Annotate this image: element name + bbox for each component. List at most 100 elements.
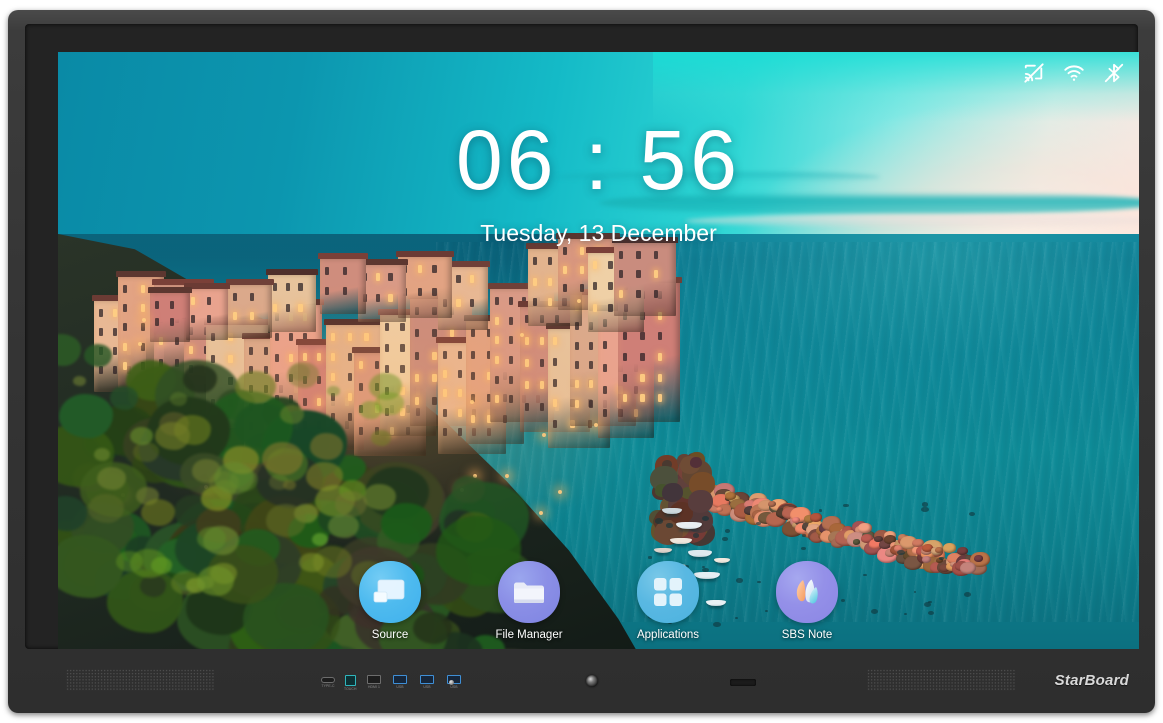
folder-icon[interactable] (498, 561, 560, 623)
wallpaper-tree (110, 386, 139, 410)
wallpaper-window (653, 289, 658, 298)
wallpaper-window (303, 398, 308, 406)
wallpaper-window (113, 328, 118, 336)
wallpaper-window (99, 309, 104, 317)
wallpaper-window (547, 277, 552, 286)
wallpaper-window (608, 303, 613, 312)
wallpaper-tree (83, 343, 112, 367)
dock-item-label: Applications (636, 629, 699, 641)
wallpaper-leaf-highlight (327, 385, 340, 396)
wallpaper-window (123, 285, 128, 293)
dock-item-source[interactable]: Source (338, 561, 442, 641)
wallpaper-window (579, 265, 584, 274)
port-usb-2[interactable]: USB (420, 675, 434, 689)
display-screen[interactable]: 06 : 56 Tuesday, 13 December Source File… (58, 52, 1139, 649)
wallpaper-window (388, 273, 393, 281)
wallpaper-window (99, 328, 104, 336)
wallpaper-window (623, 332, 628, 341)
wallpaper-window (533, 277, 538, 286)
wallpaper-window (575, 399, 580, 408)
wallpaper-window (364, 333, 369, 341)
grid-apps-icon[interactable] (637, 561, 699, 623)
wallpaper-window (432, 374, 437, 383)
wallpaper-roof (396, 251, 454, 257)
wallpaper-window (207, 315, 212, 323)
wallpaper-window (469, 275, 474, 283)
wallpaper-rock (792, 516, 801, 523)
wallpaper-window (141, 285, 146, 293)
wallpaper-water-speck (802, 534, 806, 537)
wallpaper-window (331, 373, 336, 381)
wallpaper-window (471, 372, 476, 381)
wallpaper-street-lamp (538, 510, 543, 515)
wallpaper-window (636, 251, 641, 259)
port-connector (367, 675, 381, 684)
wallpaper-window (540, 359, 545, 367)
wallpaper-window (589, 361, 594, 369)
wallpaper-window (533, 257, 538, 265)
wallpaper-window (547, 257, 552, 265)
status-bar (1023, 62, 1125, 84)
wallpaper-window (432, 265, 437, 273)
wallpaper-window (385, 365, 390, 374)
clock-widget: 06 : 56 Tuesday, 13 December (58, 118, 1139, 247)
power-led (449, 680, 454, 685)
wallpaper-window (417, 265, 422, 273)
display-screen-icon[interactable] (359, 561, 421, 623)
wallpaper-leaf-highlight (283, 480, 296, 491)
wallpaper-window (603, 341, 608, 350)
wallpaper-window (579, 284, 584, 293)
wallpaper-window (343, 267, 348, 275)
wallpaper-window (495, 356, 500, 364)
dock-item-sbs-note[interactable]: SBS Note (755, 561, 859, 641)
speaker-grille-left (66, 669, 214, 691)
port-type-c[interactable]: TYPE-C (321, 675, 335, 688)
wallpaper-window (443, 389, 448, 398)
wallpaper-window (325, 267, 330, 275)
wallpaper-window (553, 337, 558, 345)
wallpaper-window (99, 366, 104, 374)
port-label: USB (450, 685, 458, 689)
wallpaper-window (593, 261, 598, 269)
wallpaper-window (603, 363, 608, 372)
port-label: USB (396, 685, 404, 689)
wallpaper-window (593, 282, 598, 291)
wallpaper-rock (857, 523, 872, 533)
butterfly-wing-icon[interactable] (776, 561, 838, 623)
cast-off-icon[interactable] (1023, 62, 1045, 84)
wallpaper-water-speck (693, 533, 700, 538)
clock-time: 06 : 56 (456, 113, 741, 207)
wallpaper-water-speck (818, 509, 823, 512)
wallpaper-tree (59, 394, 113, 439)
dock-item-applications[interactable]: Applications (616, 561, 720, 641)
wallpaper-window (525, 359, 530, 367)
wallpaper-window (289, 353, 294, 362)
wallpaper-window (471, 350, 476, 359)
port-touch-usb-b[interactable]: TOUCH (344, 675, 357, 691)
wallpaper-window (123, 323, 128, 332)
port-hdmi-1[interactable]: HDMI 1 (367, 675, 381, 689)
wallpaper-water-speck (702, 515, 710, 521)
wallpaper-window (456, 299, 461, 307)
wallpaper-window (575, 341, 580, 350)
wallpaper-building (150, 292, 190, 342)
wallpaper-window (189, 346, 194, 354)
wallpaper-window (508, 297, 513, 305)
wallpaper-window (623, 353, 628, 361)
wallpaper-leaf-highlight (213, 461, 255, 495)
speaker-grille-right (867, 669, 1015, 691)
wallpaper-window (540, 337, 545, 345)
wallpaper-window (417, 288, 422, 296)
bottom-bezel: TYPE-C TOUCH HDMI 1 USB USB USB StarBoar… (8, 651, 1155, 713)
wallpaper-window (457, 351, 462, 359)
light-sensor (586, 675, 598, 687)
bluetooth-off-icon[interactable] (1103, 62, 1125, 84)
wallpaper-window (113, 309, 118, 317)
port-usb-1[interactable]: USB (393, 675, 407, 689)
wallpaper-window (495, 375, 500, 384)
dock-item-file-manager[interactable]: File Manager (477, 561, 581, 641)
wallpaper-window (619, 289, 624, 298)
wifi-icon[interactable] (1063, 62, 1085, 84)
wallpaper-window (563, 284, 568, 293)
wallpaper-window (657, 394, 662, 403)
